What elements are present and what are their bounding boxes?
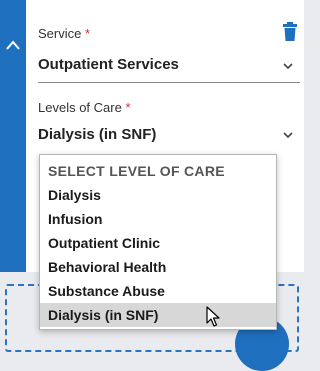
chevron-up-icon[interactable]: [4, 38, 22, 52]
trash-icon[interactable]: [282, 22, 298, 42]
service-label: Service *: [38, 26, 91, 41]
required-asterisk: *: [84, 26, 91, 41]
level-of-care-dropdown: SELECT LEVEL OF CARE Dialysis Infusion O…: [39, 154, 277, 330]
dropdown-option[interactable]: Outpatient Clinic: [40, 231, 276, 255]
required-asterisk: *: [125, 100, 131, 115]
dropdown-header: SELECT LEVEL OF CARE: [48, 163, 225, 179]
dropdown-option[interactable]: Behavioral Health: [40, 255, 276, 279]
levels-of-care-label: Levels of Care *: [38, 100, 131, 115]
chevron-down-icon[interactable]: [282, 131, 294, 139]
levels-of-care-select-value: Dialysis (in SNF): [38, 126, 157, 143]
dropdown-option[interactable]: Substance Abuse: [40, 279, 276, 303]
mouse-pointer-icon: [206, 306, 220, 327]
chevron-down-icon[interactable]: [282, 62, 294, 70]
dropdown-option[interactable]: Dialysis: [40, 183, 276, 207]
dropdown-option[interactable]: Infusion: [40, 207, 276, 231]
service-select-underline: [38, 82, 300, 83]
dropdown-option-selected[interactable]: Dialysis (in SNF): [40, 303, 276, 327]
service-select-value: Outpatient Services: [38, 56, 179, 73]
